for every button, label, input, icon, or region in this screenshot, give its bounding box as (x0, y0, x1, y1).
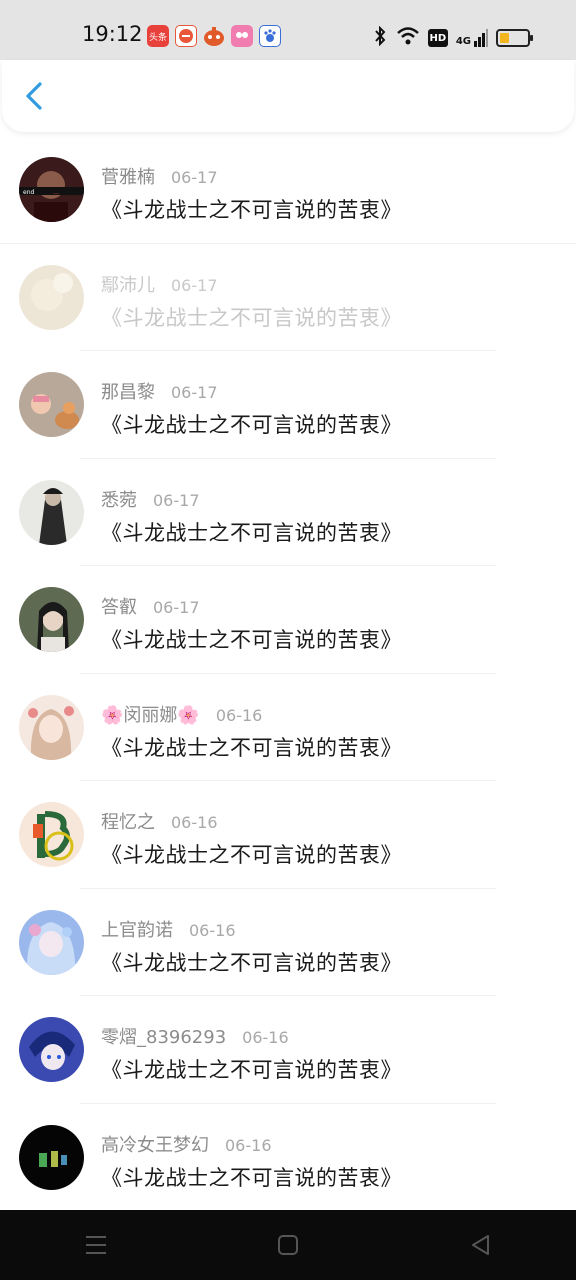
status-bar: 19:12 头条 HD 4G (0, 0, 576, 60)
date: 06-16 (225, 1135, 272, 1155)
network-label: 4G (455, 36, 471, 47)
menu-icon (86, 1236, 106, 1254)
toutiao-label: 头条 (148, 32, 167, 43)
camera-app-icon (231, 25, 253, 47)
comment-title[interactable]: 《斗龙战士之不可言说的苦衷》 (101, 947, 402, 977)
username[interactable]: 答叡 (101, 593, 137, 619)
date: 06-17 (153, 490, 200, 510)
username[interactable]: 菅雅楠 (101, 163, 155, 189)
username[interactable]: 上官韵诺 (101, 916, 173, 942)
nav-back-button[interactable] (450, 1223, 510, 1267)
username[interactable]: 高冷女王梦幻 (101, 1131, 209, 1157)
list-item[interactable]: 🌸闵丽娜🌸 06-16 《斗龙战士之不可言说的苦衷》 (0, 674, 576, 781)
avatar[interactable] (19, 1017, 84, 1082)
menu-button[interactable] (66, 1223, 126, 1267)
svg-text:end: end (23, 189, 34, 196)
date: 06-17 (171, 383, 218, 402)
avatar[interactable] (19, 802, 84, 867)
comment-title[interactable]: 《斗龙战士之不可言说的苦衷》 (101, 1162, 402, 1192)
bluetooth-icon (372, 25, 388, 50)
username[interactable]: 🌸闵丽娜🌸 (101, 701, 200, 727)
avatar[interactable]: end … (19, 157, 84, 222)
avatar[interactable] (19, 264, 84, 330)
comment-title[interactable]: 《斗龙战士之不可言说的苦衷》 (101, 517, 402, 547)
avatar[interactable] (19, 372, 84, 437)
list-item[interactable]: 答叡 06-17 《斗龙战士之不可言说的苦衷》 (0, 566, 576, 674)
date: 06-17 (171, 275, 218, 295)
date: 06-16 (171, 813, 218, 832)
home-icon (278, 1235, 298, 1255)
comment-title[interactable]: 《斗龙战士之不可言说的苦衷》 (101, 194, 402, 224)
list-item[interactable]: end … 菅雅楠 06-17 《斗龙战士之不可言说的苦衷》 (0, 136, 576, 244)
date: 06-17 (171, 168, 218, 187)
avatar[interactable] (19, 479, 84, 545)
comment-title[interactable]: 《斗龙战士之不可言说的苦衷》 (101, 839, 402, 869)
comment-title[interactable]: 《斗龙战士之不可言说的苦衷》 (101, 732, 402, 762)
list-item[interactable]: 那昌黎 06-17 《斗龙战士之不可言说的苦衷》 (0, 351, 576, 459)
list-item[interactable]: 零熠_8396293 06-16 《斗龙战士之不可言说的苦衷》 (0, 996, 576, 1104)
avatar[interactable] (19, 909, 84, 975)
baidu-app-icon (259, 25, 281, 47)
hd-badge: HD (427, 29, 448, 47)
notification-icons: 头条 (147, 25, 281, 47)
header (2, 60, 574, 132)
date: 06-16 (215, 705, 263, 725)
game-app-icon (203, 25, 225, 47)
back-triangle-icon (472, 1235, 489, 1255)
battery-level (500, 33, 510, 43)
list-item[interactable]: 高冷女王梦幻 06-16 《斗龙战士之不可言说的苦衷》 (0, 1104, 576, 1212)
system-icons: HD 4G (372, 25, 533, 50)
toutiao-app-icon: 头条 (147, 25, 169, 47)
list-item[interactable]: 鄢沛儿 06-17 《斗龙战士之不可言说的苦衷》 (0, 244, 576, 351)
list-item[interactable]: 程忆之 06-16 《斗龙战士之不可言说的苦衷》 (0, 781, 576, 889)
username[interactable]: 零熠_8396293 (101, 1023, 226, 1049)
username[interactable]: 那昌黎 (101, 378, 155, 404)
chevron-left-icon (26, 82, 42, 110)
date: 06-16 (189, 920, 236, 940)
comment-title[interactable]: 《斗龙战士之不可言说的苦衷》 (101, 1054, 402, 1084)
avatar[interactable] (19, 1124, 84, 1190)
username[interactable]: 程忆之 (101, 808, 155, 834)
username[interactable]: 悉菀 (101, 486, 137, 512)
status-time: 19:12 (82, 22, 143, 46)
list-item[interactable]: 悉菀 06-17 《斗龙战士之不可言说的苦衷》 (0, 459, 576, 566)
avatar[interactable] (19, 587, 84, 652)
battery-icon (496, 29, 533, 47)
comment-title[interactable]: 《斗龙战士之不可言说的苦衷》 (101, 624, 402, 654)
shopping-app-icon (175, 25, 197, 47)
list-item[interactable]: 上官韵诺 06-16 《斗龙战士之不可言说的苦衷》 (0, 889, 576, 996)
username[interactable]: 鄢沛儿 (101, 271, 155, 297)
avatar[interactable] (19, 694, 84, 760)
system-navigation-bar (0, 1210, 576, 1280)
date: 06-16 (242, 1028, 289, 1047)
signal-icon: 4G (456, 29, 488, 47)
comment-list: end … 菅雅楠 06-17 《斗龙战士之不可言说的苦衷》 鄢沛儿 06-17 … (0, 136, 576, 1211)
wifi-icon (396, 26, 420, 50)
back-button[interactable] (18, 80, 50, 112)
home-button[interactable] (258, 1223, 318, 1267)
comment-title[interactable]: 《斗龙战士之不可言说的苦衷》 (101, 302, 402, 332)
comment-title[interactable]: 《斗龙战士之不可言说的苦衷》 (101, 409, 402, 439)
date: 06-17 (153, 598, 200, 617)
svg-text:…: … (53, 189, 59, 196)
